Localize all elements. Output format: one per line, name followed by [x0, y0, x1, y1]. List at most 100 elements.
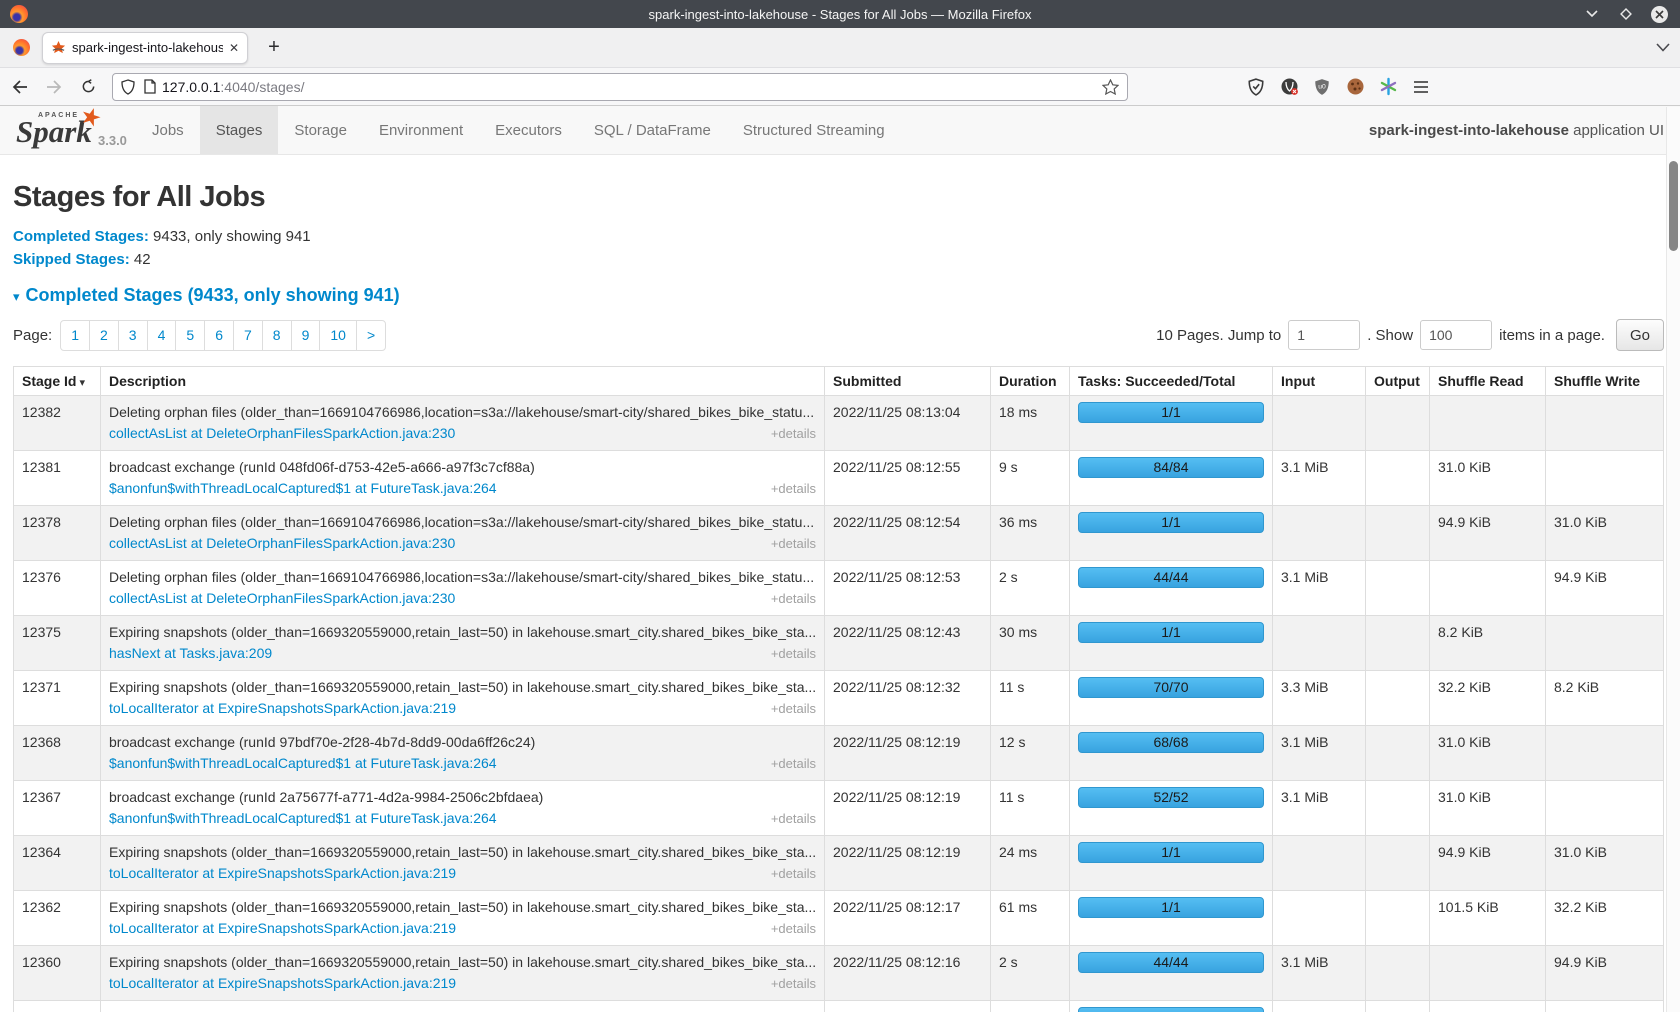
shuffle-write-cell: 8.2 KiB	[1546, 671, 1664, 726]
details-toggle[interactable]: +details	[771, 698, 816, 719]
tasks-cell: 1/1	[1070, 616, 1273, 671]
stage-detail-link[interactable]: collectAsList at DeleteOrphanFilesSparkA…	[109, 588, 455, 609]
stage-detail-link[interactable]: collectAsList at DeleteOrphanFilesSparkA…	[109, 533, 455, 554]
bookmark-star-icon[interactable]	[1102, 79, 1119, 95]
column-header-shuffle-read[interactable]: Shuffle Read	[1430, 367, 1546, 396]
details-toggle[interactable]: +details	[771, 643, 816, 664]
items-per-page-input[interactable]	[1420, 320, 1492, 350]
extension-privacy-badge-icon[interactable]	[1279, 77, 1299, 97]
input-cell	[1273, 836, 1366, 891]
submitted-cell: 2022/11/25 08:12:16	[825, 946, 991, 1001]
back-button[interactable]	[6, 73, 34, 101]
completed-stages-label[interactable]: Completed Stages:	[13, 228, 149, 245]
vertical-scrollbar[interactable]	[1666, 107, 1680, 1012]
stage-detail-link[interactable]: $anonfun$withThreadLocalCaptured$1 at Fu…	[109, 753, 497, 774]
details-toggle[interactable]: +details	[771, 863, 816, 884]
column-header-input[interactable]: Input	[1273, 367, 1366, 396]
shuffle-read-cell	[1430, 946, 1546, 1001]
page-button-1[interactable]: 1	[60, 320, 90, 351]
scrollbar-thumb[interactable]	[1669, 161, 1678, 251]
stage-detail-link[interactable]: toLocalIterator at ExpireSnapshotsSparkA…	[109, 973, 456, 994]
details-toggle[interactable]: +details	[771, 478, 816, 499]
stage-row-12378: 12378Deleting orphan files (older_than=1…	[14, 506, 1664, 561]
stage-description: broadcast exchange (runId 048fd06f-d753-…	[109, 457, 816, 478]
details-toggle[interactable]: +details	[771, 423, 816, 444]
stage-id-cell: 12360	[14, 946, 101, 1001]
new-tab-button[interactable]: +	[260, 34, 288, 62]
page-button-5[interactable]: 5	[175, 320, 205, 351]
stage-detail-link[interactable]: collectAsList at DeleteOrphanFilesSparkA…	[109, 423, 455, 444]
minimize-button[interactable]	[1583, 5, 1601, 23]
nav-item-jobs[interactable]: Jobs	[136, 106, 200, 154]
stage-detail-link[interactable]: toLocalIterator at ExpireSnapshotsSparkA…	[109, 918, 456, 939]
stage-detail-link[interactable]: $anonfun$withThreadLocalCaptured$1 at Fu…	[109, 808, 497, 829]
application-name: spark-ingest-into-lakehouse	[1369, 122, 1569, 139]
skipped-stages-label[interactable]: Skipped Stages:	[13, 251, 130, 268]
details-toggle[interactable]: +details	[771, 753, 816, 774]
page-info-icon[interactable]	[144, 79, 156, 94]
page-button-7[interactable]: 7	[233, 320, 263, 351]
details-toggle[interactable]: +details	[771, 918, 816, 939]
stage-detail-link[interactable]: toLocalIterator at ExpireSnapshotsSparkA…	[109, 863, 456, 884]
details-toggle[interactable]: +details	[771, 808, 816, 829]
extension-cookie-icon[interactable]	[1345, 77, 1365, 97]
tasks-progress-bar: 1/1	[1078, 897, 1264, 918]
stage-description: Expiring snapshots (older_than=166932055…	[109, 952, 816, 973]
items-per-page-label: items in a page.	[1499, 327, 1605, 344]
input-cell: 3.3 MiB	[1273, 671, 1366, 726]
reload-button[interactable]	[74, 73, 102, 101]
nav-item-structured-streaming[interactable]: Structured Streaming	[727, 106, 901, 154]
nav-item-stages[interactable]: Stages	[200, 106, 279, 154]
page-button-8[interactable]: 8	[262, 320, 292, 351]
details-toggle[interactable]: +details	[771, 588, 816, 609]
stage-detail-link[interactable]: toLocalIterator at ExpireSnapshotsSparkA…	[109, 698, 456, 719]
tracking-shield-icon[interactable]	[121, 79, 135, 95]
duration-cell: 1 s	[991, 1001, 1070, 1012]
stage-detail-link[interactable]: $anonfun$withThreadLocalCaptured$1 at Fu…	[109, 478, 497, 499]
next-page-button[interactable]: >	[356, 320, 386, 351]
nav-item-environment[interactable]: Environment	[363, 106, 479, 154]
column-header-output[interactable]: Output	[1366, 367, 1430, 396]
stage-detail-link[interactable]: hasNext at Tasks.java:209	[109, 643, 272, 664]
page-button-6[interactable]: 6	[204, 320, 234, 351]
spark-logo[interactable]: APACHE Spark ★ 3.3.0	[14, 106, 136, 154]
column-header-stage-id[interactable]: Stage Id ▾	[14, 367, 101, 396]
go-button[interactable]: Go	[1616, 319, 1664, 351]
url-text[interactable]: 127.0.0.1:4040/stages/	[162, 79, 1102, 95]
stage-description: broadcast exchange (runId 97bdf70e-2f28-…	[109, 732, 816, 753]
page-button-3[interactable]: 3	[118, 320, 148, 351]
extension-colorful-asterisk-icon[interactable]	[1378, 77, 1398, 97]
extension-shield-check-icon[interactable]	[1246, 77, 1266, 97]
details-toggle[interactable]: +details	[771, 973, 816, 994]
browser-tab[interactable]: spark-ingest-into-lakehous ✕	[42, 32, 248, 64]
spark-navbar: APACHE Spark ★ 3.3.0 JobsStagesStorageEn…	[0, 106, 1680, 155]
page-button-4[interactable]: 4	[147, 320, 177, 351]
nav-item-storage[interactable]: Storage	[278, 106, 363, 154]
forward-button[interactable]	[40, 73, 68, 101]
page-button-10[interactable]: 10	[319, 320, 357, 351]
page-button-2[interactable]: 2	[89, 320, 119, 351]
column-header-tasks-succeeded-total[interactable]: Tasks: Succeeded/Total	[1070, 367, 1273, 396]
column-header-shuffle-write[interactable]: Shuffle Write	[1546, 367, 1664, 396]
hamburger-menu-icon[interactable]	[1411, 77, 1431, 97]
duration-cell: 11 s	[991, 781, 1070, 836]
column-header-description[interactable]: Description	[101, 367, 825, 396]
column-header-duration[interactable]: Duration	[991, 367, 1070, 396]
details-toggle[interactable]: +details	[771, 533, 816, 554]
close-button[interactable]	[1651, 6, 1668, 23]
url-bar[interactable]: 127.0.0.1:4040/stages/	[112, 73, 1128, 101]
list-all-tabs-icon[interactable]	[1656, 43, 1670, 52]
tab-close-icon[interactable]: ✕	[223, 41, 239, 55]
jump-to-page-input[interactable]	[1288, 320, 1360, 350]
nav-item-sql-dataframe[interactable]: SQL / DataFrame	[578, 106, 727, 154]
description-cell: Expiring snapshots (older_than=166932055…	[101, 1001, 825, 1012]
page-button-9[interactable]: 9	[291, 320, 321, 351]
nav-item-executors[interactable]: Executors	[479, 106, 578, 154]
stage-row-12375: 12375Expiring snapshots (older_than=1669…	[14, 616, 1664, 671]
shuffle-write-cell: 31.0 KiB	[1546, 506, 1664, 561]
column-header-submitted[interactable]: Submitted	[825, 367, 991, 396]
maximize-button[interactable]	[1617, 5, 1635, 23]
section-title: Completed Stages (9433, only showing 941…	[26, 285, 400, 305]
completed-stages-section-header[interactable]: ▾Completed Stages (9433, only showing 94…	[13, 285, 1664, 306]
extension-ublock-icon[interactable]: u0	[1312, 77, 1332, 97]
